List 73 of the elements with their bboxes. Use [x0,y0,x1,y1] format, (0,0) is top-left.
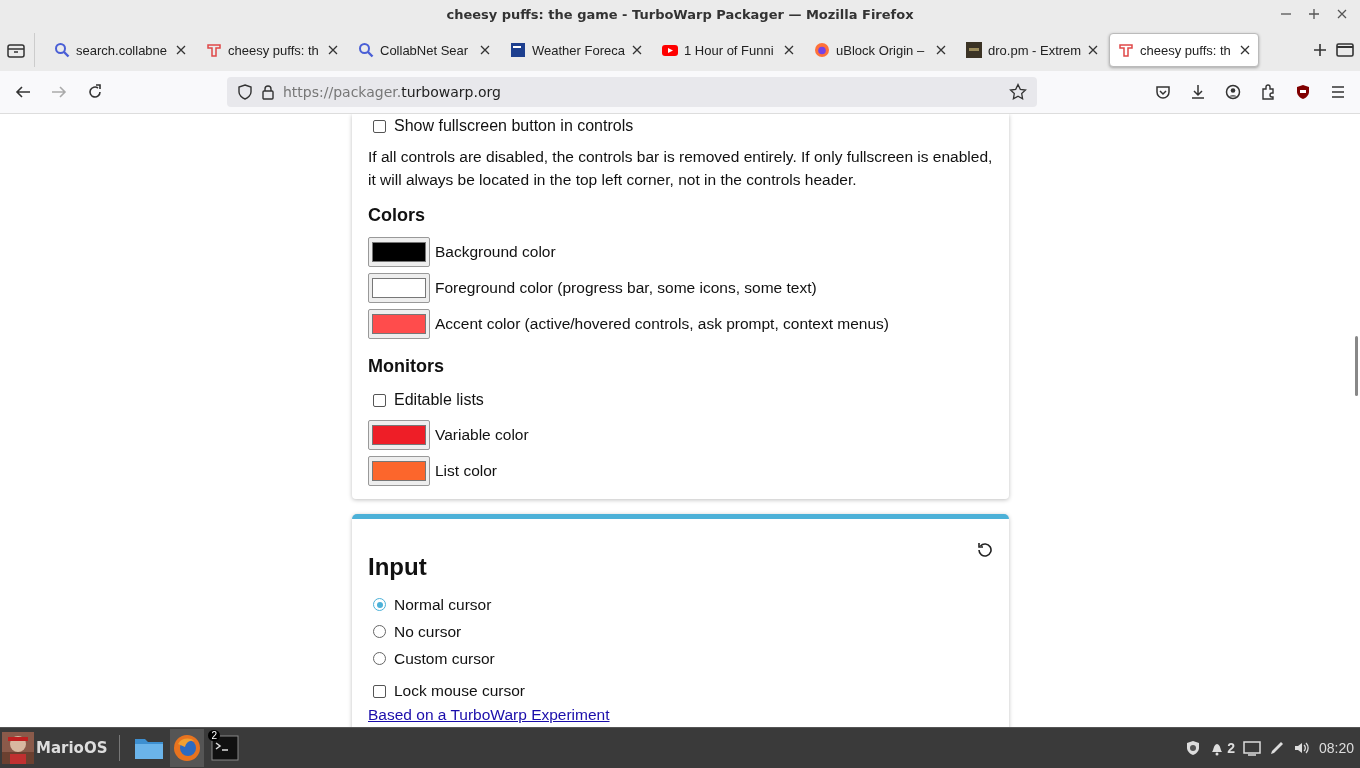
color-label: Background color [435,243,556,261]
radio-label: No cursor [394,622,462,641]
browser-tab[interactable]: uBlock Origin – [805,33,955,67]
browser-tab[interactable]: Weather Foreca [501,33,651,67]
tray-icon[interactable] [6,41,26,59]
star-icon[interactable] [1009,83,1027,101]
section-heading: Monitors [368,356,445,377]
color-label: Variable color [435,426,529,444]
checkbox-label: Show fullscreen button in controls [394,117,634,135]
lock-icon [261,84,275,100]
close-icon[interactable] [176,45,186,55]
new-tab-icon[interactable] [1312,42,1328,58]
play-icon [662,42,678,58]
checkbox[interactable] [373,684,386,698]
notification-count: 2 [1227,740,1235,756]
weather-icon [510,42,526,58]
url-text: https://packager.turbowarp.org [283,84,502,100]
volume-icon[interactable] [1292,740,1311,756]
browser-tab[interactable]: dro.pm - Extrem [957,33,1107,67]
browser-tab[interactable]: CollabNet Sear [349,33,499,67]
card-title: Input [368,553,427,581]
browser-tab[interactable]: search.collabne [45,33,195,67]
footer-link[interactable]: Based on a TurboWarp Experiment [368,706,610,724]
radio-label: Normal cursor [394,595,492,614]
checkbox-label: Editable lists [394,391,484,409]
close-icon[interactable] [632,45,642,55]
checkbox-label: Lock mouse cursor [394,682,525,700]
help-text: If all controls are disabled, the controls bar is removed entirely. If only fullscreen is enabled, it will always be located in the top left corner, not in the controls header. [368,147,993,190]
download-icon[interactable] [1190,84,1206,100]
pocket-icon[interactable] [1155,84,1171,100]
site-icon [966,42,982,58]
close-icon[interactable] [784,45,794,55]
reset-icon[interactable] [977,541,993,557]
clock: 08:20 [1318,740,1354,756]
reload-icon[interactable] [86,83,104,101]
turbowarp-icon [1118,42,1134,58]
close-icon[interactable] [936,45,946,55]
close-icon[interactable] [328,45,338,55]
firefox-icon[interactable] [173,734,202,762]
start-button[interactable]: MarioOS [0,732,108,764]
menu-icon[interactable] [1330,84,1346,100]
firefox-icon [814,42,830,58]
browser-tab[interactable]: cheesy puffs: th [1109,33,1259,67]
address-bar[interactable]: https://packager.turbowarp.org [227,77,1037,107]
window-title: cheesy puffs: the game - TurboWarp Packager — Mozilla Firefox [446,7,914,22]
shield-icon[interactable] [1185,740,1202,756]
color-label: Foreground color (progress bar, some icons, some text) [435,279,817,297]
back-icon[interactable] [14,84,32,100]
magnifier-icon [54,42,70,58]
checkbox[interactable] [373,393,386,407]
checkbox[interactable] [373,119,386,133]
browser-tab[interactable]: 1 Hour of Funni [653,33,803,67]
close-icon[interactable] [480,45,490,55]
pen-icon[interactable] [1268,740,1285,756]
section-heading: Colors [368,205,426,226]
ublock-icon[interactable] [1295,84,1311,100]
display-icon[interactable] [1242,740,1261,756]
extensions-icon[interactable] [1260,84,1276,100]
close-icon[interactable] [1240,45,1250,55]
magnifier-icon [358,42,374,58]
folder-icon[interactable] [134,736,165,760]
color-label: List color [435,462,498,480]
maximize-icon[interactable] [1308,8,1320,20]
window-count-badge: 2 [208,730,220,741]
radio-label: Custom cursor [394,649,495,668]
browser-tab[interactable]: cheesy puffs: th [197,33,347,67]
close-icon[interactable] [1336,8,1348,20]
account-icon[interactable] [1225,84,1241,100]
color-label: Accent color (active/hovered controls, ask prompt, context menus) [435,315,889,333]
window-icon[interactable] [1336,42,1354,58]
shield-icon [237,84,253,100]
turbowarp-icon [206,42,222,58]
close-icon[interactable] [1088,45,1098,55]
